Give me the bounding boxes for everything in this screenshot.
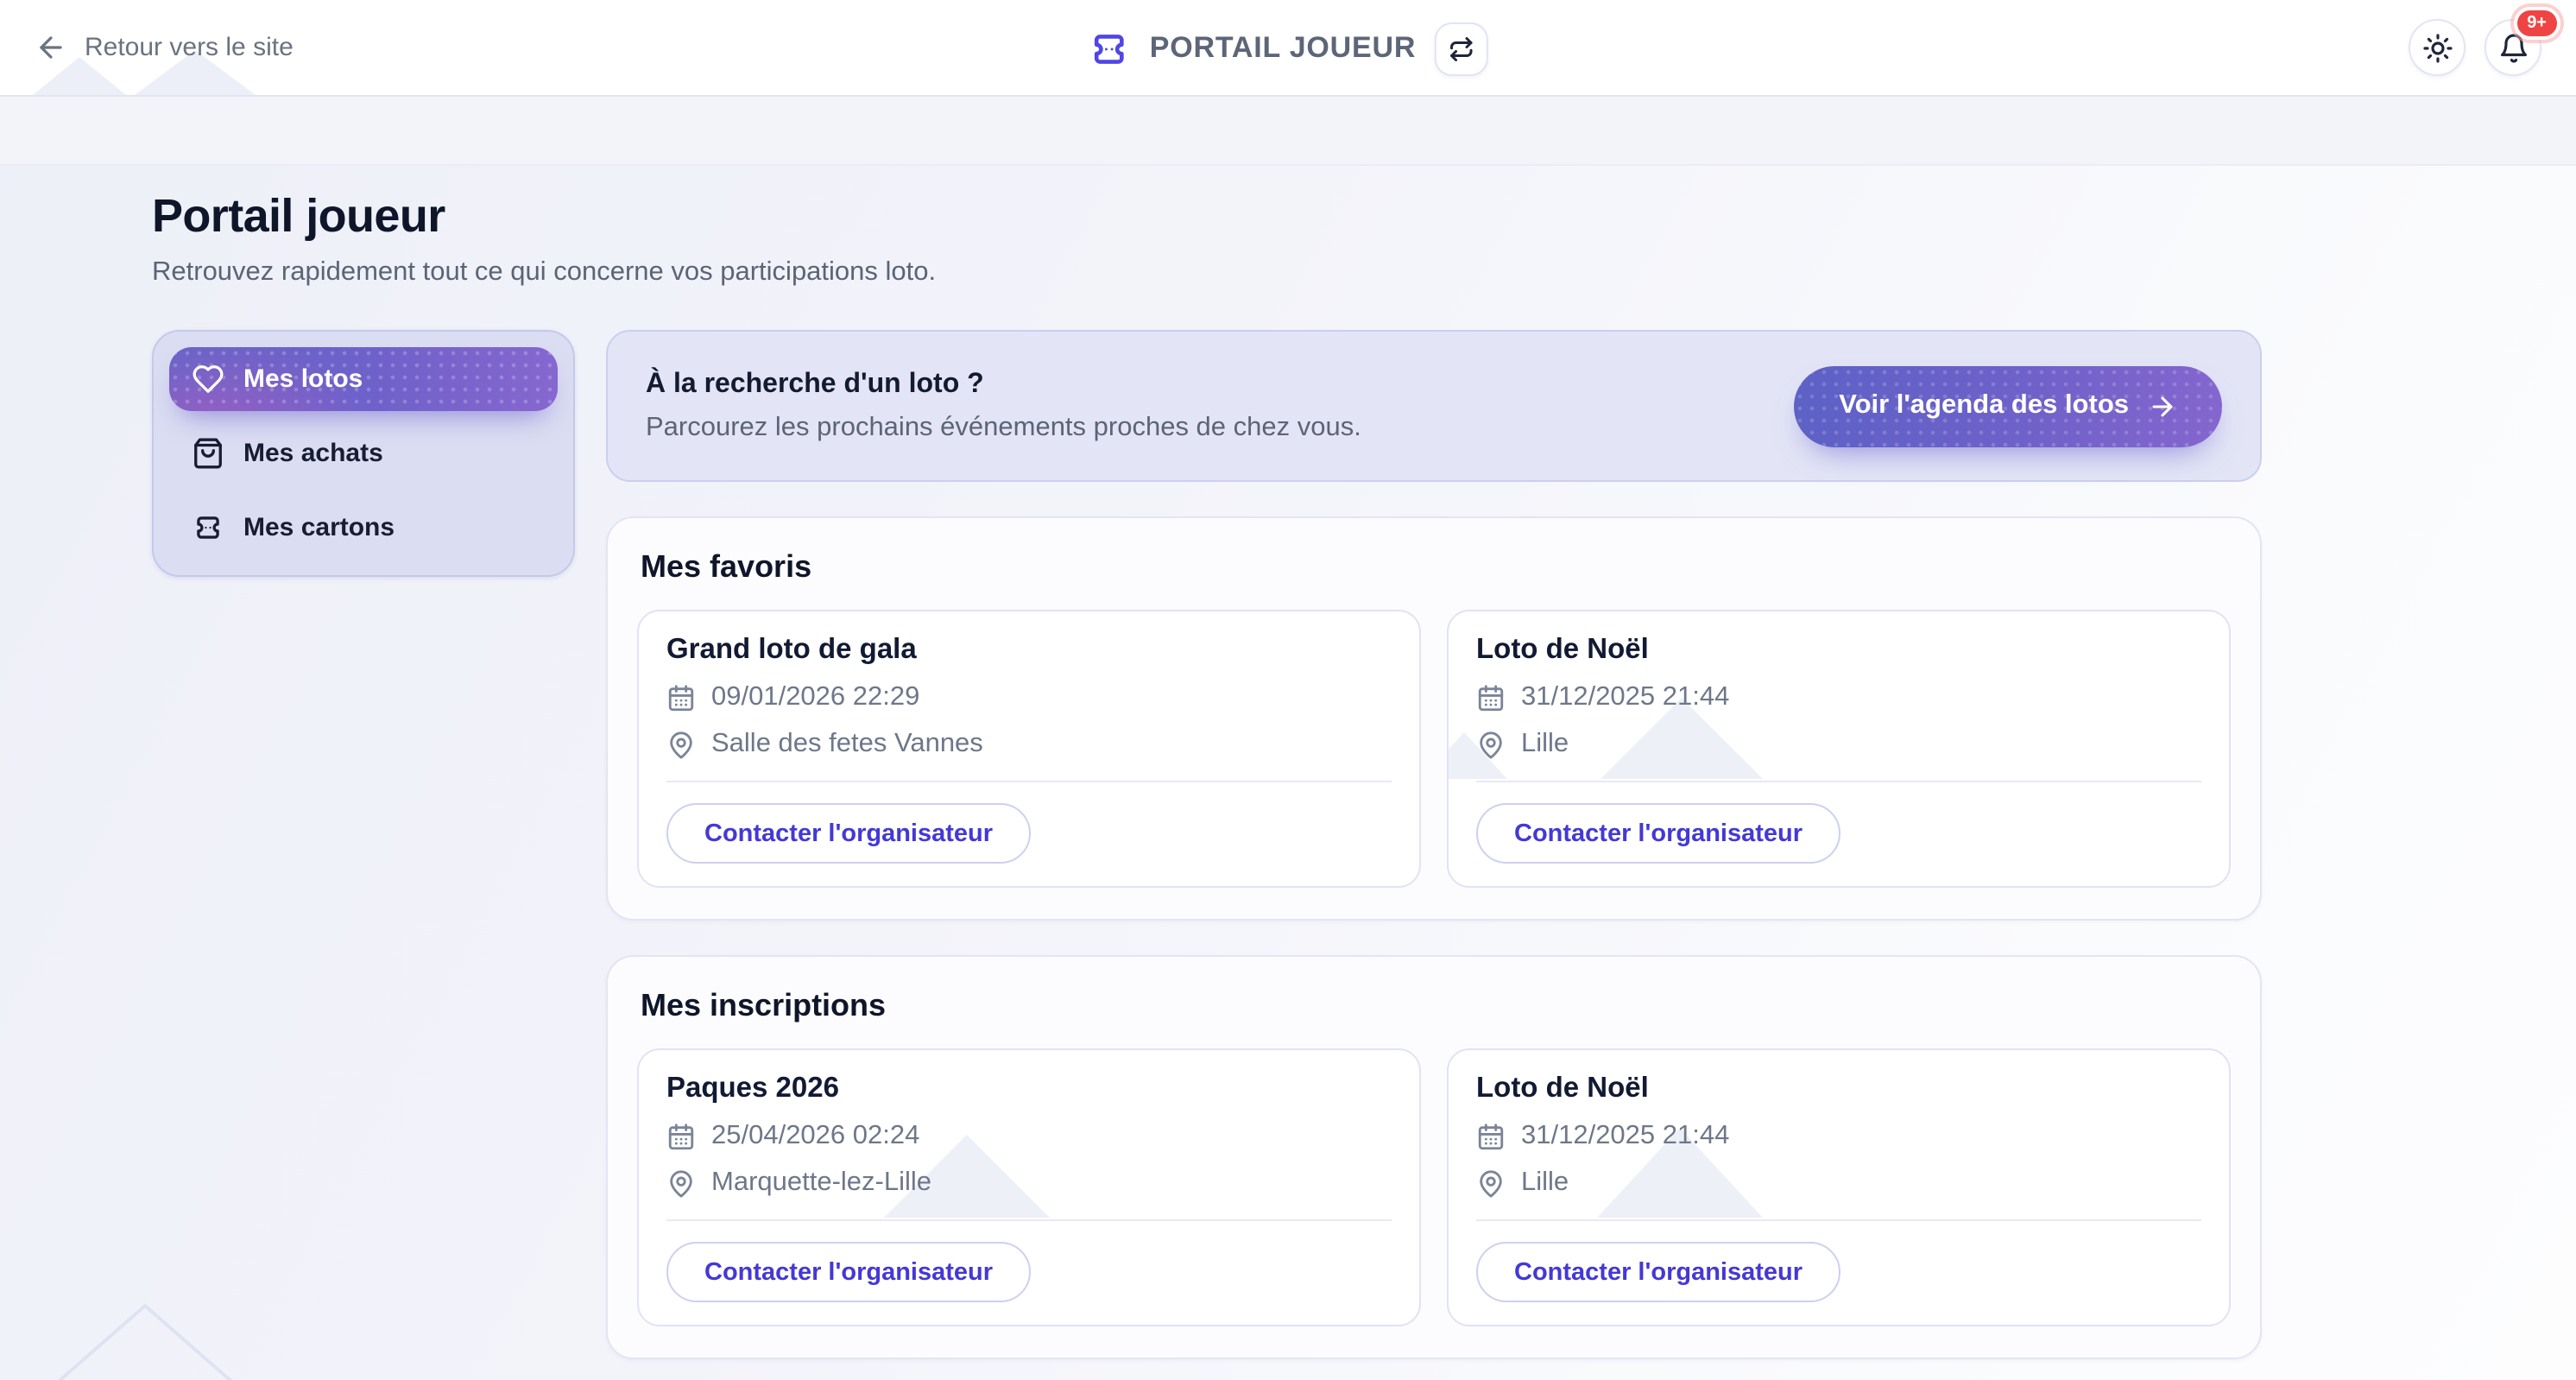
sun-icon	[2421, 32, 2453, 63]
contact-organizer-button[interactable]: Contacter l'organisateur	[666, 803, 1031, 864]
event-location: Marquette-lez-Lille	[711, 1168, 931, 1199]
switch-portal-button[interactable]	[1435, 22, 1488, 75]
contact-organizer-button[interactable]: Contacter l'organisateur	[666, 1242, 1031, 1302]
sidebar-item-mes-lotos[interactable]: Mes lotos	[169, 347, 558, 411]
main-column: À la recherche d'un loto ? Parcourez les…	[606, 330, 2262, 1359]
hero-band	[0, 97, 2576, 166]
back-to-site-link[interactable]: Retour vers le site	[35, 31, 294, 64]
sidebar-item-label: Mes achats	[243, 439, 383, 468]
header-actions: 9+	[2409, 19, 2541, 76]
ticket-icon	[192, 511, 224, 544]
event-location: Salle des fetes Vannes	[711, 729, 983, 760]
view-agenda-button[interactable]: Voir l'agenda des lotos	[1794, 365, 2222, 446]
cta-label: Voir l'agenda des lotos	[1839, 390, 2129, 421]
event-datetime-row: 31/12/2025 21:44	[1476, 1121, 2201, 1152]
banner-subtitle: Parcourez les prochains événements proch…	[646, 412, 1794, 443]
sidebar: Mes lotos Mes achats	[152, 330, 575, 577]
sidebar-item-mes-achats[interactable]: Mes achats	[169, 421, 558, 485]
event-title: Paques 2026	[666, 1073, 1392, 1105]
divider	[666, 781, 1392, 782]
contact-organizer-button[interactable]: Contacter l'organisateur	[1476, 1242, 1840, 1302]
event-card: Loto de Noël 31/12/2025 21:44	[1447, 1048, 2231, 1326]
event-card: Grand loto de gala 09/01/2026 22:29	[637, 610, 1421, 888]
section-title: Mes favoris	[641, 549, 2231, 586]
event-datetime: 09/01/2026 22:29	[711, 682, 919, 713]
map-pin-icon	[1476, 1168, 1506, 1198]
agenda-banner: À la recherche d'un loto ? Parcourez les…	[606, 330, 2262, 482]
divider	[1476, 781, 2201, 782]
banner-texts: À la recherche d'un loto ? Parcourez les…	[646, 369, 1794, 443]
section-mes-favoris: Mes favoris Grand loto de gala 09/01/202…	[606, 516, 2262, 921]
section-title: Mes inscriptions	[641, 988, 2231, 1024]
map-pin-icon	[666, 730, 696, 759]
repeat-icon	[1449, 35, 1474, 61]
event-location-row: Lille	[1476, 1168, 2201, 1199]
divider	[1476, 1219, 2201, 1221]
ticket-icon	[1088, 27, 1131, 70]
event-datetime: 25/04/2026 02:24	[711, 1121, 919, 1152]
event-card: Loto de Noël 31/12/2025 21:44	[1447, 610, 2231, 888]
calendar-icon	[1476, 683, 1506, 712]
map-pin-icon	[666, 1168, 696, 1198]
divider	[666, 1219, 1392, 1221]
contact-organizer-button[interactable]: Contacter l'organisateur	[1476, 803, 1840, 864]
heart-icon	[192, 363, 224, 396]
event-datetime-row: 25/04/2026 02:24	[666, 1121, 1392, 1152]
event-title: Loto de Noël	[1476, 1073, 2201, 1105]
event-datetime-row: 09/01/2026 22:29	[666, 682, 1392, 713]
player-portal-page: Retour vers le site PORTAIL JOUEUR	[0, 0, 2576, 1380]
event-title: Loto de Noël	[1476, 634, 2201, 667]
app-logo: PORTAIL JOUEUR	[1088, 0, 1488, 97]
event-location-row: Marquette-lez-Lille	[666, 1168, 1392, 1199]
event-location-row: Lille	[1476, 729, 2201, 760]
calendar-icon	[666, 683, 696, 712]
back-link-label: Retour vers le site	[85, 33, 294, 62]
sidebar-item-label: Mes cartons	[243, 513, 395, 542]
card-grid: Grand loto de gala 09/01/2026 22:29	[637, 610, 2231, 888]
event-datetime: 31/12/2025 21:44	[1521, 682, 1729, 713]
app-title: PORTAIL JOUEUR	[1150, 31, 1416, 66]
notifications-button[interactable]: 9+	[2484, 19, 2541, 76]
map-pin-icon	[1476, 730, 1506, 759]
shopping-bag-icon	[192, 437, 224, 470]
arrow-right-icon	[2148, 391, 2177, 421]
theme-toggle-button[interactable]	[2409, 19, 2466, 76]
calendar-icon	[1476, 1122, 1506, 1151]
event-datetime-row: 31/12/2025 21:44	[1476, 682, 2201, 713]
main-content: Portail joueur Retrouvez rapidement tout…	[0, 166, 2262, 1359]
sidebar-item-label: Mes lotos	[243, 364, 363, 394]
event-card: Paques 2026 25/04/2026 02:24	[637, 1048, 1421, 1326]
card-grid: Paques 2026 25/04/2026 02:24	[637, 1048, 2231, 1326]
page-title: Portail joueur	[152, 190, 2262, 244]
event-title: Grand loto de gala	[666, 634, 1392, 667]
calendar-icon	[666, 1122, 696, 1151]
banner-title: À la recherche d'un loto ?	[646, 369, 1794, 400]
section-mes-inscriptions: Mes inscriptions Paques 2026 25/04/2026 …	[606, 955, 2262, 1359]
event-location: Lille	[1521, 1168, 1569, 1199]
notification-count-badge: 9+	[2513, 7, 2560, 40]
event-location: Lille	[1521, 729, 1569, 760]
event-location-row: Salle des fetes Vannes	[666, 729, 1392, 760]
arrow-left-icon	[35, 31, 67, 64]
page-subtitle: Retrouvez rapidement tout ce qui concern…	[152, 257, 2262, 288]
event-datetime: 31/12/2025 21:44	[1521, 1121, 1729, 1152]
header: Retour vers le site PORTAIL JOUEUR	[0, 0, 2576, 97]
sidebar-item-mes-cartons[interactable]: Mes cartons	[169, 496, 558, 560]
